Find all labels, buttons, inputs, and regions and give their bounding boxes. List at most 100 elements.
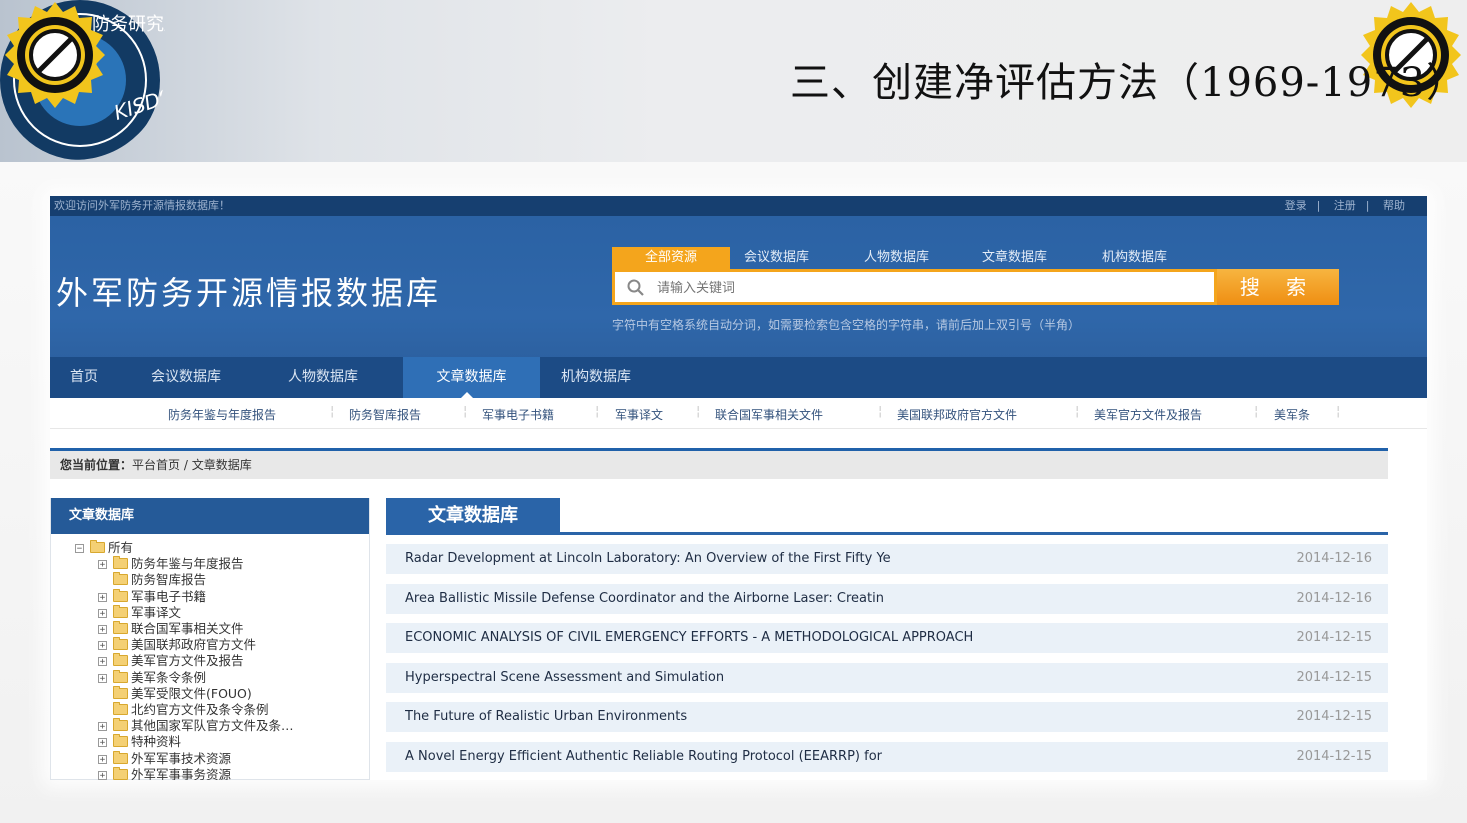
tree-item[interactable]: + 其他国家军队官方文件及条… xyxy=(98,718,294,734)
search-tab-conference[interactable]: 会议数据库 xyxy=(744,247,809,269)
login-link[interactable]: 登录 xyxy=(1285,199,1307,212)
tree-item[interactable]: + 联合国军事相关文件 xyxy=(98,621,244,637)
article-date: 2014-12-15 xyxy=(1296,669,1372,685)
slide-title: 三、创建净评估方法（1969-1973） xyxy=(790,60,1467,106)
folder-icon xyxy=(113,572,128,586)
article-title-link[interactable]: ECONOMIC ANALYSIS OF CIVIL EMERGENCY EFF… xyxy=(405,623,1265,653)
expand-icon[interactable]: + xyxy=(98,625,107,635)
search-button[interactable]: 搜 索 xyxy=(1217,269,1339,305)
register-link[interactable]: 注册 xyxy=(1334,199,1356,212)
article-row[interactable]: Hyperspectral Scene Assessment and Simul… xyxy=(386,662,1388,693)
article-title-link[interactable]: Area Ballistic Missile Defense Coordinat… xyxy=(405,584,1265,614)
nav-organizations[interactable]: 机构数据库 xyxy=(561,357,631,398)
tree-item[interactable]: − 所有 xyxy=(75,540,133,556)
sidebar-title: 文章数据库 xyxy=(51,498,369,534)
folder-icon xyxy=(113,734,128,748)
folder-icon xyxy=(113,766,128,780)
article-date: 2014-12-16 xyxy=(1296,551,1372,566)
search-input[interactable] xyxy=(655,275,1199,301)
tree-item[interactable]: + 防务年鉴与年度报告 xyxy=(98,556,244,572)
expand-icon[interactable]: + xyxy=(98,754,107,764)
expand-icon[interactable]: + xyxy=(98,738,107,748)
tree-item[interactable]: + 特种资料 xyxy=(98,734,181,750)
tree-item[interactable]: + 美军官方文件及报告 xyxy=(98,653,244,669)
subnav-caret xyxy=(460,392,474,399)
search-icon xyxy=(627,279,644,296)
expand-icon[interactable]: + xyxy=(98,641,107,651)
tree-item[interactable]: + 美国联邦政府官方文件 xyxy=(98,637,256,653)
tree-item-label: 特种资料 xyxy=(131,734,182,750)
subnav-item-ebooks[interactable]: 军事电子书籍 xyxy=(482,406,554,423)
article-panel: 文章数据库 Radar Development at Lincoln Labor… xyxy=(386,498,1388,780)
article-panel-title: 文章数据库 xyxy=(386,498,560,534)
subnav-item-us-military[interactable]: 美军官方文件及报告 xyxy=(1094,406,1202,423)
folder-icon xyxy=(113,588,128,602)
site-topbar: 欢迎访问外军防务开源情报数据库！ 登录 | 注册 | 帮助 xyxy=(50,196,1427,216)
article-panel-divider xyxy=(386,532,1388,535)
folder-icon xyxy=(113,604,128,618)
search-tab-articles[interactable]: 文章数据库 xyxy=(982,247,1047,269)
welcome-text: 欢迎访问外军防务开源情报数据库！ xyxy=(54,199,230,212)
folder-icon xyxy=(113,750,128,764)
tree-item[interactable]: + 军事电子书籍 xyxy=(98,588,206,605)
expand-icon[interactable]: + xyxy=(98,608,107,618)
search-tab-organizations[interactable]: 机构数据库 xyxy=(1102,247,1167,269)
nav-people[interactable]: 人物数据库 xyxy=(288,357,358,398)
topbar-links: 登录 | 注册 | 帮助 xyxy=(1284,199,1405,212)
website-screenshot: 欢迎访问外军防务开源情报数据库！ 登录 | 注册 | 帮助 外军防务开源情报数据库 … xyxy=(50,196,1427,780)
subnav-item-translations[interactable]: 军事译文 xyxy=(615,406,663,423)
article-title-link[interactable]: A Novel Energy Efficient Authentic Relia… xyxy=(405,742,1265,772)
expand-icon[interactable]: + xyxy=(98,592,107,602)
article-title-link[interactable]: The Future of Realistic Urban Environmen… xyxy=(405,702,1265,732)
article-date: 2014-12-15 xyxy=(1296,630,1372,645)
search-tab-all[interactable]: 全部资源 xyxy=(612,247,730,269)
expand-icon[interactable]: + xyxy=(98,770,107,780)
search-tab-people[interactable]: 人物数据库 xyxy=(864,247,929,269)
search-box xyxy=(612,269,1217,305)
expand-icon[interactable]: + xyxy=(98,560,107,570)
tree-item-label: 美国联邦政府官方文件 xyxy=(131,637,257,653)
tree-item-label: 防务智库报告 xyxy=(131,572,207,588)
article-date: 2014-12-15 xyxy=(1296,748,1372,764)
subnav-item-us-federal[interactable]: 美国联邦政府官方文件 xyxy=(897,406,1017,423)
tree-item-label: 外军军事事务资源 xyxy=(131,766,232,780)
site-title: 外军防务开源情报数据库 xyxy=(56,274,442,312)
tree-item[interactable]: 防务智库报告 xyxy=(98,572,206,588)
tree-item[interactable]: 北约官方文件及条令条例 xyxy=(98,702,269,718)
tree-item-label: 军事译文 xyxy=(131,604,182,620)
breadcrumb-label: 您当前位置： xyxy=(60,458,133,472)
article-title-link[interactable]: Hyperspectral Scene Assessment and Simul… xyxy=(405,663,1265,693)
expand-icon[interactable]: + xyxy=(98,722,107,732)
tree-item-label: 其他国家军队官方文件及条… xyxy=(131,718,294,734)
collapse-icon[interactable]: − xyxy=(75,544,84,554)
expand-icon[interactable]: + xyxy=(98,673,107,683)
article-title-link[interactable]: Radar Development at Lincoln Laboratory:… xyxy=(405,544,1265,574)
tree-item[interactable]: + 美军条令条例 xyxy=(98,669,206,686)
folder-icon xyxy=(113,653,128,667)
breadcrumb-path[interactable]: 平台首页 / 文章数据库 xyxy=(132,458,252,472)
folder-icon xyxy=(113,621,128,634)
tree-item-label: 美军官方文件及报告 xyxy=(131,653,244,669)
tree-item[interactable]: 美军受限文件(FOUO) xyxy=(98,685,252,702)
help-link[interactable]: 帮助 xyxy=(1383,199,1405,212)
tree-item[interactable]: + 外军军事事务资源 xyxy=(98,766,232,780)
sub-nav: 防务年鉴与年度报告 ¦ 防务智库报告 ¦ 军事电子书籍 ¦ 军事译文 ¦ 联合国… xyxy=(50,392,1427,429)
tree-item-label: 所有 xyxy=(108,540,134,555)
article-row[interactable]: A Novel Energy Efficient Authentic Relia… xyxy=(386,741,1388,772)
subnav-item-thinktank[interactable]: 防务智库报告 xyxy=(349,406,421,423)
expand-icon[interactable]: + xyxy=(98,657,107,667)
article-row[interactable]: The Future of Realistic Urban Environmen… xyxy=(386,702,1388,732)
subnav-item-us-regulations[interactable]: 美军条 xyxy=(1274,406,1310,423)
tree-item[interactable]: + 外军军事技术资源 xyxy=(98,750,232,767)
nav-conference[interactable]: 会议数据库 xyxy=(151,357,221,398)
folder-icon xyxy=(113,685,128,699)
tree-item-label: 外军军事技术资源 xyxy=(131,750,232,766)
article-row[interactable]: Radar Development at Lincoln Laboratory:… xyxy=(386,544,1388,574)
subnav-item-un-docs[interactable]: 联合国军事相关文件 xyxy=(715,406,823,423)
nav-home[interactable]: 首页 xyxy=(70,357,98,398)
article-row[interactable]: Area Ballistic Missile Defense Coordinat… xyxy=(386,583,1388,614)
subnav-item-yearbooks[interactable]: 防务年鉴与年度报告 xyxy=(168,406,276,423)
watermark-badge-left xyxy=(0,0,110,110)
article-row[interactable]: ECONOMIC ANALYSIS OF CIVIL EMERGENCY EFF… xyxy=(386,623,1388,653)
tree-item[interactable]: + 军事译文 xyxy=(98,604,182,621)
